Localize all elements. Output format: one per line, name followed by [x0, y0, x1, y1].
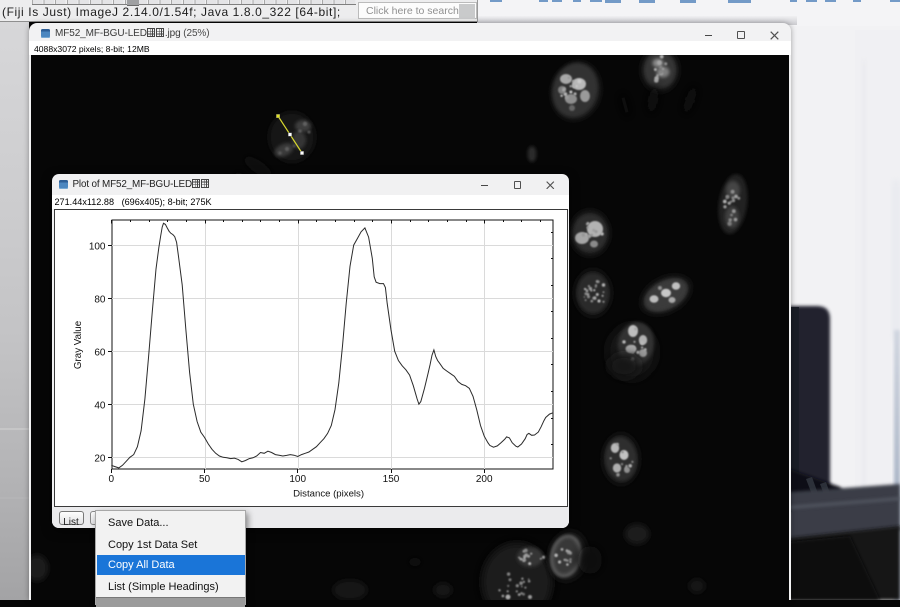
svg-text:Distance (pixels): Distance (pixels): [293, 488, 364, 499]
svg-text:150: 150: [383, 474, 400, 485]
svg-text:50: 50: [199, 474, 211, 485]
svg-text:60: 60: [94, 347, 106, 358]
svg-text:200: 200: [476, 474, 493, 485]
svg-text:Gray Value: Gray Value: [73, 320, 84, 369]
svg-text:40: 40: [94, 400, 106, 411]
svg-text:80: 80: [94, 294, 106, 305]
svg-text:100: 100: [89, 241, 106, 252]
svg-text:0: 0: [109, 474, 115, 485]
svg-text:20: 20: [94, 453, 106, 464]
svg-text:100: 100: [289, 474, 306, 485]
